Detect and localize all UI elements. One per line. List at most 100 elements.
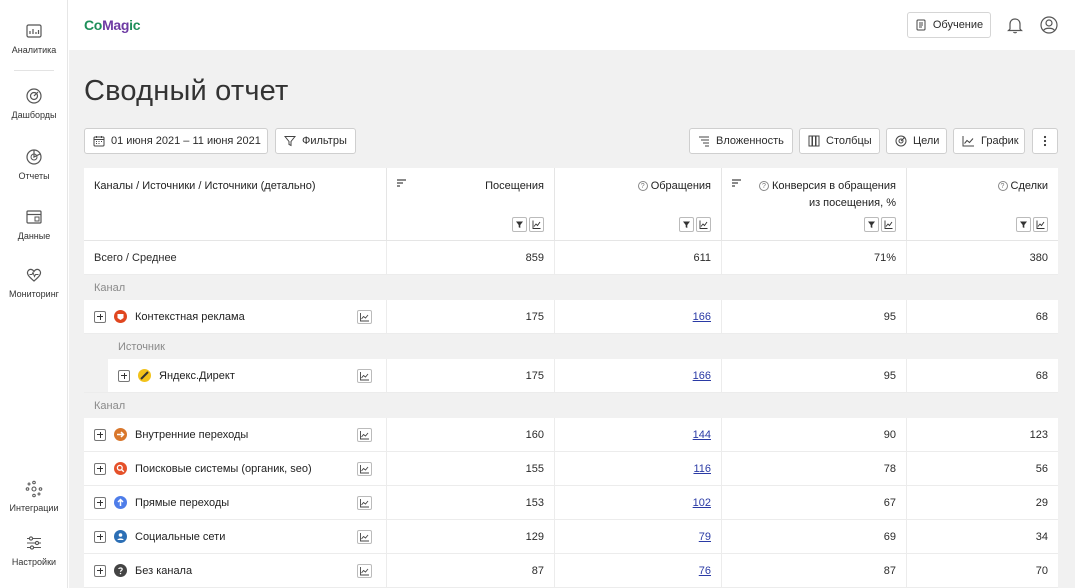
sidebar-item-label: Интеграции xyxy=(9,503,59,513)
summary-table: Каналы / Источники / Источники (детально… xyxy=(84,168,1058,588)
sidebar-item-integrations[interactable]: Интеграции xyxy=(0,480,68,513)
column-header-conversion[interactable]: ? Конверсия в обращения из посещения, % xyxy=(721,168,906,241)
chart-toggle-icon[interactable] xyxy=(696,217,711,232)
filter-icon[interactable] xyxy=(512,217,527,232)
learning-button-label: Обучение xyxy=(932,19,984,31)
expand-icon[interactable] xyxy=(94,530,106,543)
monitoring-icon xyxy=(26,268,42,282)
channel-name: Контекстная реклама xyxy=(135,310,245,323)
settings-icon xyxy=(27,536,41,550)
date-range-button[interactable]: 01 июня 2021 – 11 июня 2021 xyxy=(84,128,268,154)
sidebar-item-data[interactable]: Данные xyxy=(0,208,68,241)
help-icon[interactable]: ? xyxy=(997,181,1008,191)
sidebar-item-label: Настройки xyxy=(11,557,57,567)
group-label: Канал xyxy=(84,393,1058,418)
filter-icon[interactable] xyxy=(679,217,694,232)
sort-icon[interactable] xyxy=(732,179,742,187)
dashboards-icon xyxy=(26,88,42,104)
sidebar: Аналитика Дашборды Отчеты Данные Монитор… xyxy=(0,0,68,588)
row-chart-icon[interactable] xyxy=(357,310,372,324)
sidebar-item-dashboards[interactable]: Дашборды xyxy=(0,87,68,120)
table-row[interactable]: Поисковые системы (органик, seo) 155 116… xyxy=(84,452,1058,486)
column-header-channels[interactable]: Каналы / Источники / Источники (детально… xyxy=(84,168,386,241)
user-avatar-icon[interactable] xyxy=(1039,15,1059,35)
table-row[interactable]: Яндекс.Директ 175 166 95 68 xyxy=(84,359,1058,393)
filter-icon[interactable] xyxy=(864,217,879,232)
chart-label: График xyxy=(981,135,1019,147)
sidebar-item-analytics[interactable]: Аналитика xyxy=(0,22,68,55)
row-chart-icon[interactable] xyxy=(357,496,372,510)
search-engines-icon xyxy=(114,462,127,475)
sidebar-item-monitoring[interactable]: Мониторинг xyxy=(0,266,68,299)
data-icon xyxy=(26,210,42,224)
table-row[interactable]: Без канала 87 76 87 70 xyxy=(84,554,1058,588)
requests-link[interactable]: 166 xyxy=(693,311,711,323)
book-icon xyxy=(916,19,926,31)
integrations-icon xyxy=(25,480,43,498)
column-header-requests[interactable]: ? Обращения xyxy=(554,168,721,241)
nesting-button[interactable]: Вложенность xyxy=(689,128,793,154)
requests-link[interactable]: 116 xyxy=(693,463,711,475)
channel-name: Поисковые системы (органик, seo) xyxy=(135,462,312,475)
group-label: Источник xyxy=(84,334,1058,359)
column-header-deals[interactable]: ? Сделки xyxy=(906,168,1058,241)
table-row[interactable]: Социальные сети 129 79 69 34 xyxy=(84,520,1058,554)
row-chart-icon[interactable] xyxy=(357,530,372,544)
row-chart-icon[interactable] xyxy=(357,462,372,476)
expand-icon[interactable] xyxy=(94,564,106,577)
chart-button[interactable]: График xyxy=(953,128,1025,154)
expand-icon[interactable] xyxy=(94,462,106,475)
yandex-direct-icon xyxy=(138,369,151,382)
filters-button[interactable]: Фильтры xyxy=(275,128,356,154)
channel-name: Без канала xyxy=(135,564,193,577)
top-bar: CoMagic Обучение xyxy=(69,0,1075,50)
requests-link[interactable]: 144 xyxy=(693,429,711,441)
calendar-icon xyxy=(93,136,105,147)
requests-link[interactable]: 76 xyxy=(699,565,711,577)
chart-toggle-icon[interactable] xyxy=(529,217,544,232)
help-icon[interactable]: ? xyxy=(637,181,648,191)
nesting-icon xyxy=(699,136,709,147)
sort-icon[interactable] xyxy=(397,179,407,187)
sidebar-item-settings[interactable]: Настройки xyxy=(0,534,68,567)
more-options-button[interactable] xyxy=(1032,128,1058,154)
direct-transitions-icon xyxy=(114,496,127,509)
learning-button[interactable]: Обучение xyxy=(907,12,991,38)
expand-icon[interactable] xyxy=(94,310,106,323)
row-chart-icon[interactable] xyxy=(357,428,372,442)
expand-icon[interactable] xyxy=(94,428,106,441)
sidebar-item-reports[interactable]: Отчеты xyxy=(0,148,68,181)
nesting-label: Вложенность xyxy=(716,135,784,147)
table-row[interactable]: Прямые переходы 153 102 67 29 xyxy=(84,486,1058,520)
columns-label: Столбцы xyxy=(826,135,872,147)
date-range-label: 01 июня 2021 – 11 июня 2021 xyxy=(111,135,261,147)
row-chart-icon[interactable] xyxy=(357,369,372,383)
context-ads-icon xyxy=(114,310,127,323)
reports-icon xyxy=(26,149,42,165)
column-header-visits[interactable]: Посещения xyxy=(386,168,554,241)
filter-icon[interactable] xyxy=(1016,217,1031,232)
sidebar-item-label: Данные xyxy=(17,231,51,241)
table-row[interactable]: Внутренние переходы 160 144 90 123 xyxy=(84,418,1058,452)
social-networks-icon xyxy=(114,530,127,543)
chart-toggle-icon[interactable] xyxy=(881,217,896,232)
help-icon[interactable]: ? xyxy=(759,181,769,191)
more-vertical-icon xyxy=(1043,135,1047,147)
sidebar-item-label: Мониторинг xyxy=(9,289,59,299)
comagic-logo[interactable]: CoMagic xyxy=(84,17,141,33)
goals-button[interactable]: Цели xyxy=(886,128,947,154)
sidebar-item-label: Аналитика xyxy=(11,45,57,55)
expand-icon[interactable] xyxy=(118,369,130,382)
columns-button[interactable]: Столбцы xyxy=(799,128,880,154)
chart-toggle-icon[interactable] xyxy=(1033,217,1048,232)
row-chart-icon[interactable] xyxy=(357,564,372,578)
table-row[interactable]: Контекстная реклама 175 166 95 68 xyxy=(84,300,1058,334)
requests-link[interactable]: 102 xyxy=(693,497,711,509)
expand-icon[interactable] xyxy=(94,496,106,509)
requests-link[interactable]: 166 xyxy=(693,370,711,382)
requests-link[interactable]: 79 xyxy=(699,531,711,543)
page-title: Сводный отчет xyxy=(84,75,289,107)
columns-icon xyxy=(808,135,820,147)
bell-icon[interactable] xyxy=(1005,15,1025,35)
channel-name: Социальные сети xyxy=(135,530,226,543)
